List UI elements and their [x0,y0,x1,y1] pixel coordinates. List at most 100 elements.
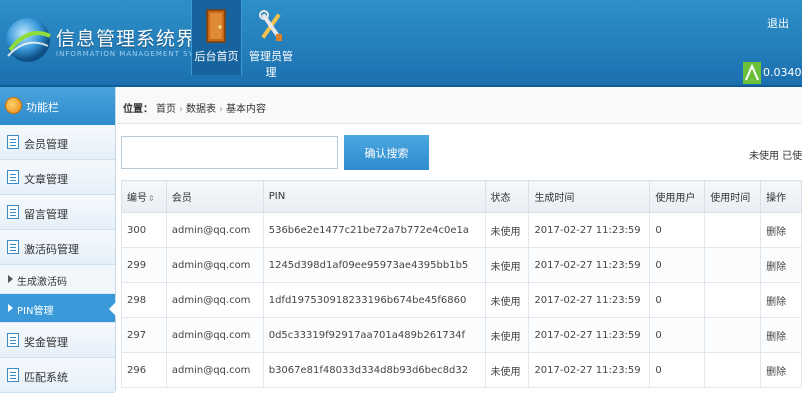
door-icon [205,9,226,43]
breadcrumb-table[interactable]: 数据表 [186,104,216,115]
sidebar-item-bonus[interactable]: 奖金管理 [0,323,115,358]
delete-link[interactable]: 删除 [766,297,786,308]
sidebar-title: 功能栏 [26,101,59,114]
triangle-right-icon [8,275,13,283]
sidebar-header: 功能栏 [0,87,115,125]
cell-member: admin@qq.com [165,317,264,353]
delete-link[interactable]: 删除 [766,367,786,378]
cell-created: 2017-02-27 11:23:59 [528,352,651,388]
delete-link[interactable]: 删除 [766,227,786,238]
column-header-used-time: 使用时间 [704,180,762,213]
document-icon [7,368,19,382]
edit-document-icon [7,205,19,219]
cell-pin: 1dfd197530918233196b674be45f6860 [262,282,486,318]
cell-used-time [704,282,762,318]
sidebar-item-label: 匹配系统 [24,371,68,384]
sidebar-item-activation[interactable]: 激活码管理 [0,230,115,265]
cell-member: admin@qq.com [165,352,264,388]
nav-admin-tab[interactable]: 管理员管理 [244,0,298,79]
cell-used-time [704,212,762,248]
breadcrumb-prefix: 位置： [123,104,153,115]
column-header-pin: PIN [262,180,486,213]
user-value: 0.0340 [763,66,802,79]
table-row: 300 admin@qq.com 536b6e2e1477c21be72a7b7… [121,212,802,248]
cell-id: 296 [121,352,167,388]
sidebar-item-label: 留言管理 [24,208,68,221]
breadcrumb-home[interactable]: 首页 [156,104,176,115]
cell-action: 删除 [760,247,802,283]
sidebar: 功能栏 会员管理 文章管理 留言管理 激活码管理 生成激活码 PIN管理 奖金管… [0,87,116,393]
cell-member: admin@qq.com [165,212,264,248]
cell-used-time [704,317,762,353]
cell-id: 299 [121,247,167,283]
table-row: 297 admin@qq.com 0d5c33319f92917aa701a48… [121,317,802,353]
breadcrumb-current: 基本内容 [226,104,266,115]
pin-table: 编号⇕ 会员 PIN 状态 生成时间 使用用户 使用时间 操作 300 admi… [121,180,802,388]
sidebar-item-label: 会员管理 [24,138,68,151]
column-header-id[interactable]: 编号⇕ [121,180,167,213]
user-status: 0.0340 [743,62,802,84]
edit-document-icon [7,170,19,184]
cell-created: 2017-02-27 11:23:59 [528,212,651,248]
cell-member: admin@qq.com [165,247,264,283]
column-header-member: 会员 [165,180,264,213]
status-legend: 未使用 已使用 [749,151,802,162]
cell-status: 未使用 [484,352,530,388]
cell-action: 删除 [760,317,802,353]
top-header: 信息管理系统界面 INFORMATION MANAGEMENT SYSTEM I… [0,0,802,87]
sidebar-subitem-generate[interactable]: 生成激活码 [0,265,115,294]
column-header-used-by: 使用用户 [649,180,706,213]
table-row: 299 admin@qq.com 1245d398d1af09ee95973ae… [121,247,802,283]
cell-used-time [704,352,762,388]
cell-used-by: 0 [649,352,706,388]
delete-link[interactable]: 删除 [766,262,786,273]
cell-id: 300 [121,212,167,248]
table-row: 296 admin@qq.com b3067e81f48033d334d8b93… [121,352,802,388]
cell-id: 297 [121,317,167,353]
sidebar-subitem-label: 生成激活码 [17,277,67,288]
sidebar-item-members[interactable]: 会员管理 [0,125,115,160]
sidebar-item-label: 激活码管理 [24,243,79,256]
sidebar-item-messages[interactable]: 留言管理 [0,195,115,230]
cell-pin: 0d5c33319f92917aa701a489b261734f [262,317,486,353]
sidebar-item-label: 奖金管理 [24,336,68,349]
cell-used-by: 0 [649,317,706,353]
document-icon [7,333,19,347]
sort-icon[interactable]: ⇕ [148,194,155,203]
logout-link[interactable]: 退出 [767,15,789,31]
breadcrumb-separator: › [179,104,183,115]
main-content: 位置：首页›数据表›基本内容 确认搜索 未使用 已使用 编号⇕ 会员 PIN 状… [117,87,802,391]
function-bar-icon [5,97,22,114]
sidebar-subitem-pin[interactable]: PIN管理 [0,294,116,323]
cell-action: 删除 [760,352,802,388]
search-input[interactable] [121,136,338,169]
sidebar-item-articles[interactable]: 文章管理 [0,160,115,195]
table-header-row: 编号⇕ 会员 PIN 状态 生成时间 使用用户 使用时间 操作 [121,180,802,213]
cell-id: 298 [121,282,167,318]
tools-icon [259,10,282,41]
cell-member: admin@qq.com [165,282,264,318]
cell-used-time [704,247,762,283]
nav-home-label: 后台首页 [194,50,239,63]
sidebar-subitem-label: PIN管理 [17,306,54,317]
delete-link[interactable]: 删除 [766,332,786,343]
breadcrumb: 位置： 首页 › 数据表 › 基本内容 [117,87,802,124]
globe-logo-icon [6,18,51,62]
search-button[interactable]: 确认搜索 [344,135,429,170]
column-header-created: 生成时间 [528,180,651,213]
cell-created: 2017-02-27 11:23:59 [528,247,651,283]
user-badge-icon [743,62,761,84]
cell-created: 2017-02-27 11:23:59 [528,317,651,353]
cell-pin: b3067e81f48033d334d8b93d6bec8d32 [262,352,486,388]
cell-status: 未使用 [484,212,530,248]
cell-status: 未使用 [484,247,530,283]
search-row: 确认搜索 未使用 已使用 [121,135,802,171]
document-icon [7,135,19,149]
cell-pin: 536b6e2e1477c21be72a7b772e4c0e1a [262,212,486,248]
sidebar-item-matching[interactable]: 匹配系统 [0,358,115,393]
column-header-status: 状态 [484,180,530,213]
cell-action: 删除 [760,282,802,318]
cell-used-by: 0 [649,212,706,248]
cell-pin: 1245d398d1af09ee95973ae4395bb1b5 [262,247,486,283]
nav-home-tab[interactable]: 后台首页 [191,0,242,75]
